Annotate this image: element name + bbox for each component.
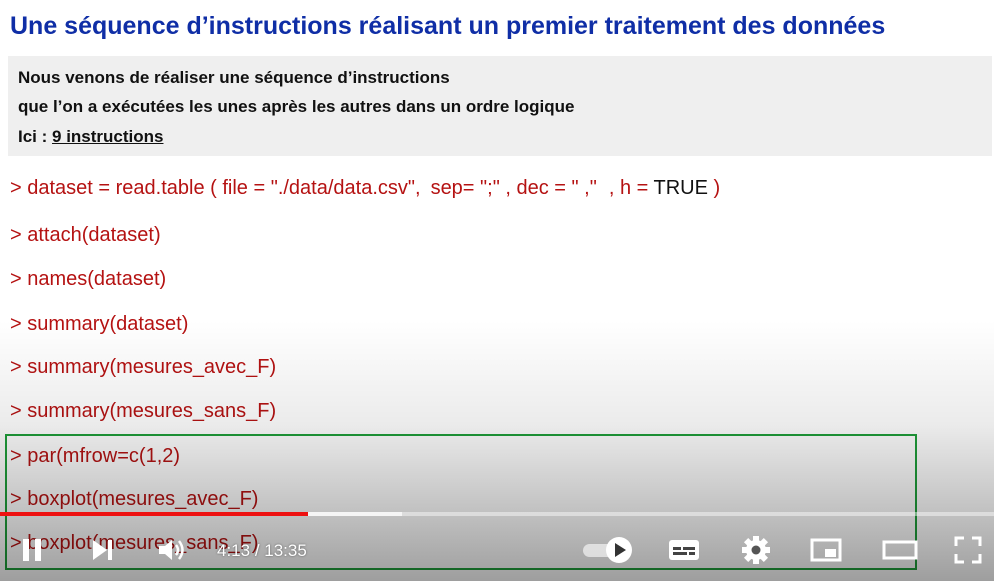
code-line-6: > summary(mesures_sans_F) [10, 400, 277, 422]
autoplay-toggle-icon [583, 537, 632, 563]
video-frame[interactable]: Une séquence d’instructions réalisant un… [0, 0, 994, 581]
code-line-1-part-e: ) [707, 177, 721, 199]
subtitles-button[interactable] [664, 530, 704, 570]
highlight-box [5, 434, 917, 570]
code-line-1-part-a: > dataset = read.table ( file = "./data/… [10, 177, 421, 199]
next-button[interactable] [84, 530, 120, 570]
fullscreen-button[interactable] [950, 530, 986, 570]
code-line-1-part-c: , h = [608, 177, 654, 199]
time-display: 4:13 / 13:35 [217, 541, 307, 561]
theater-mode-button[interactable] [878, 530, 922, 570]
volume-icon [159, 540, 184, 560]
play-pause-button[interactable] [12, 530, 52, 570]
next-icon [93, 540, 112, 560]
code-line-4: > summary(dataset) [10, 313, 189, 335]
time-separator: / [250, 541, 265, 560]
volume-button[interactable] [154, 530, 190, 570]
subtitles-icon [669, 540, 699, 560]
fullscreen-icon [954, 536, 982, 564]
progress-played [0, 512, 309, 516]
instruction-count: 9 instructions [52, 127, 164, 146]
note-line-1: Nous venons de réaliser une séquence d’i… [18, 68, 450, 87]
autoplay-toggle[interactable] [580, 530, 636, 570]
theater-mode-icon [882, 540, 918, 560]
code-line-1-part-b: sep= ";" , dec = " ," [430, 177, 597, 199]
code-line-2: > attach(dataset) [10, 224, 161, 246]
note-line-2: que l’on a exécutées les unes après les … [18, 97, 575, 116]
slide-title: Une séquence d’instructions réalisant un… [10, 12, 886, 40]
settings-gear-icon [742, 536, 770, 564]
pause-icon [23, 539, 41, 561]
miniplayer-button[interactable] [806, 530, 846, 570]
time-total: 13:35 [264, 541, 307, 560]
miniplayer-icon [810, 538, 842, 562]
settings-button[interactable] [736, 530, 776, 570]
note-line-3: Ici : 9 instructions [18, 127, 163, 147]
code-line-1: > dataset = read.table ( file = "./data/… [10, 177, 720, 200]
time-current: 4:13 [217, 541, 251, 560]
code-line-1-true: TRUE [653, 177, 708, 199]
progress-bar[interactable] [0, 512, 994, 516]
code-line-5: > summary(mesures_avec_F) [10, 356, 277, 378]
note-line-3-prefix: Ici : [18, 127, 53, 146]
note-box: Nous venons de réaliser une séquence d’i… [8, 56, 992, 156]
code-line-3: > names(dataset) [10, 268, 167, 290]
